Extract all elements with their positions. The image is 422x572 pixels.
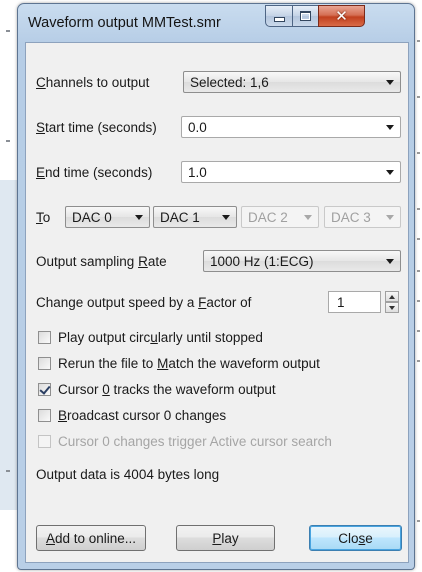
chevron-down-icon xyxy=(386,80,394,85)
dac-3-value: DAC 3 xyxy=(331,210,371,225)
add-to-online-button[interactable]: Add to online... xyxy=(36,525,146,551)
speed-factor-label: Change output speed by a Factor of xyxy=(36,295,252,310)
spin-up-button[interactable] xyxy=(385,291,399,302)
title-bar[interactable]: Waveform output MMTest.smr ✕ xyxy=(18,4,414,42)
checkbox-label: Broadcast cursor 0 changes xyxy=(58,407,227,423)
background-mark xyxy=(417,152,420,154)
checkbox-box-disabled xyxy=(38,434,51,448)
background-mark xyxy=(417,330,420,332)
checkbox-broadcast-cursor[interactable]: Broadcast cursor 0 changes xyxy=(38,406,226,424)
end-time-label: End time (seconds) xyxy=(36,165,153,180)
background-mark xyxy=(417,360,420,362)
speed-factor-spinner xyxy=(385,291,399,313)
background-mark xyxy=(6,30,10,32)
minimize-icon xyxy=(273,17,285,22)
checkbox-active-cursor-search: Cursor 0 changes trigger Active cursor s… xyxy=(38,432,332,450)
checkbox-box-checked[interactable] xyxy=(38,382,51,396)
close-button[interactable]: Close xyxy=(309,525,402,551)
start-time-label: Start time (seconds) xyxy=(36,120,157,135)
maximize-button xyxy=(292,5,319,27)
dac-2-value: DAC 2 xyxy=(248,210,288,225)
checkbox-play-circularly[interactable]: Play output circularly until stopped xyxy=(38,328,263,346)
checkbox-label: Cursor 0 changes trigger Active cursor s… xyxy=(58,433,332,449)
chevron-down-icon xyxy=(304,215,312,220)
dac-0-dropdown[interactable]: DAC 0 xyxy=(65,206,150,228)
end-time-value: 1.0 xyxy=(188,165,207,180)
window-title: Waveform output MMTest.smr xyxy=(28,15,221,31)
checkbox-cursor-tracks[interactable]: Cursor 0 tracks the waveform output xyxy=(38,380,276,398)
start-time-value: 0.0 xyxy=(188,120,207,135)
chevron-down-icon xyxy=(386,170,394,175)
dac-0-value: DAC 0 xyxy=(72,210,112,225)
channels-dropdown[interactable]: Selected: 1,6 xyxy=(183,71,401,93)
chevron-down-icon xyxy=(135,215,143,220)
arrow-up-icon xyxy=(389,294,395,299)
to-label: To xyxy=(36,210,51,225)
checkbox-label: Cursor 0 tracks the waveform output xyxy=(58,381,276,397)
dac-1-value: DAC 1 xyxy=(160,210,200,225)
background-mark xyxy=(417,238,420,240)
background-mark xyxy=(6,140,10,142)
background-scroll-strip xyxy=(0,180,18,510)
rate-label: Output sampling Rate xyxy=(36,254,167,269)
background-mark xyxy=(417,270,420,272)
chevron-down-icon xyxy=(386,125,394,130)
output-size-status: Output data is 4004 bytes long xyxy=(36,467,220,482)
close-label: Close xyxy=(338,530,373,546)
sampling-rate-dropdown[interactable]: 1000 Hz (1:ECG) xyxy=(203,250,401,272)
close-window-button[interactable]: ✕ xyxy=(318,5,365,27)
chevron-down-icon xyxy=(386,215,394,220)
dialog-window: Waveform output MMTest.smr ✕ Channels to… xyxy=(17,3,415,570)
end-time-combo[interactable]: 1.0 xyxy=(181,161,401,183)
background-mark xyxy=(417,96,420,98)
arrow-down-icon xyxy=(389,305,395,310)
play-button[interactable]: Play xyxy=(176,525,275,551)
play-label: Play xyxy=(212,530,239,546)
speed-factor-input[interactable]: 1 xyxy=(328,291,381,313)
checkbox-rerun-file[interactable]: Rerun the file to Match the waveform out… xyxy=(38,354,320,372)
channels-value: Selected: 1,6 xyxy=(190,75,269,90)
maximize-icon xyxy=(300,11,311,21)
spin-down-button[interactable] xyxy=(385,302,399,313)
background-mark xyxy=(417,208,420,210)
chevron-down-icon xyxy=(386,259,394,264)
checkbox-box[interactable] xyxy=(38,330,51,344)
background-mark xyxy=(417,40,420,42)
background-mark xyxy=(417,520,420,522)
checkbox-box[interactable] xyxy=(38,408,51,422)
chevron-down-icon xyxy=(222,215,230,220)
background-mark xyxy=(6,470,10,472)
dac-3-dropdown: DAC 3 xyxy=(324,206,401,228)
dac-2-dropdown: DAC 2 xyxy=(241,206,319,228)
checkbox-box[interactable] xyxy=(38,356,51,370)
dac-1-dropdown[interactable]: DAC 1 xyxy=(153,206,237,228)
start-time-combo[interactable]: 0.0 xyxy=(181,116,401,138)
checkbox-label: Play output circularly until stopped xyxy=(58,329,263,345)
close-icon: ✕ xyxy=(335,7,348,25)
checkbox-label: Rerun the file to Match the waveform out… xyxy=(58,355,320,371)
minimize-button[interactable] xyxy=(265,5,293,27)
dialog-body: Channels to output Selected: 1,6 Start t… xyxy=(25,42,409,563)
sampling-rate-value: 1000 Hz (1:ECG) xyxy=(210,254,314,269)
add-to-online-label: Add to online... xyxy=(45,530,137,546)
channels-label: Channels to output xyxy=(36,75,150,90)
speed-factor-value: 1 xyxy=(337,295,345,310)
background-mark xyxy=(417,300,420,302)
